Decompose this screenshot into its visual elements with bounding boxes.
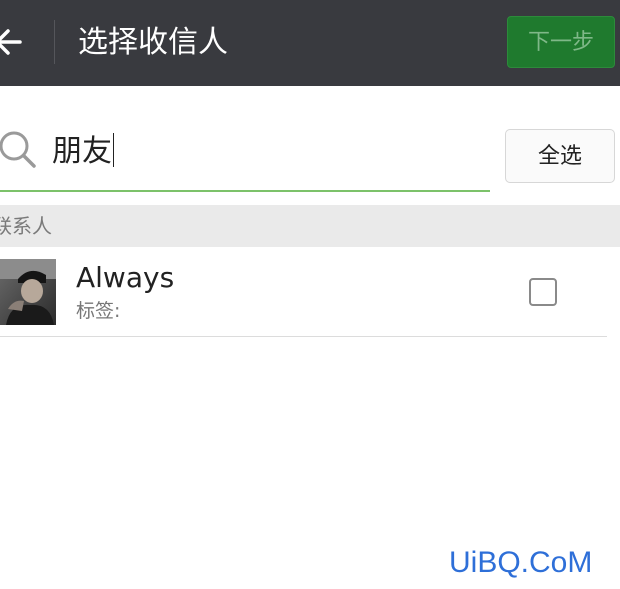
watermark-text: UiBQ.CoM: [449, 546, 593, 579]
contact-name: Always: [76, 261, 175, 294]
search-bar: 朋友: [0, 118, 490, 192]
select-all-button[interactable]: 全选: [505, 129, 615, 183]
section-header: 联系人: [0, 205, 620, 247]
search-input[interactable]: 朋友: [52, 130, 472, 174]
back-button[interactable]: [0, 22, 34, 62]
next-step-button[interactable]: 下一步: [507, 16, 615, 68]
text-cursor: [113, 133, 114, 167]
section-header-label: 联系人: [0, 214, 52, 238]
contact-row[interactable]: Always 标签:: [0, 247, 620, 337]
avatar: [0, 259, 56, 325]
search-icon: [0, 131, 36, 168]
top-bar: 选择收信人 下一步: [0, 0, 620, 86]
header-divider: [54, 20, 55, 64]
back-arrow-icon: [0, 29, 22, 55]
search-input-value: 朋友: [52, 134, 112, 169]
row-divider: [0, 336, 607, 337]
contact-tag-label: 标签:: [76, 300, 121, 322]
page-title: 选择收信人: [78, 25, 228, 60]
contact-checkbox[interactable]: [529, 278, 557, 306]
